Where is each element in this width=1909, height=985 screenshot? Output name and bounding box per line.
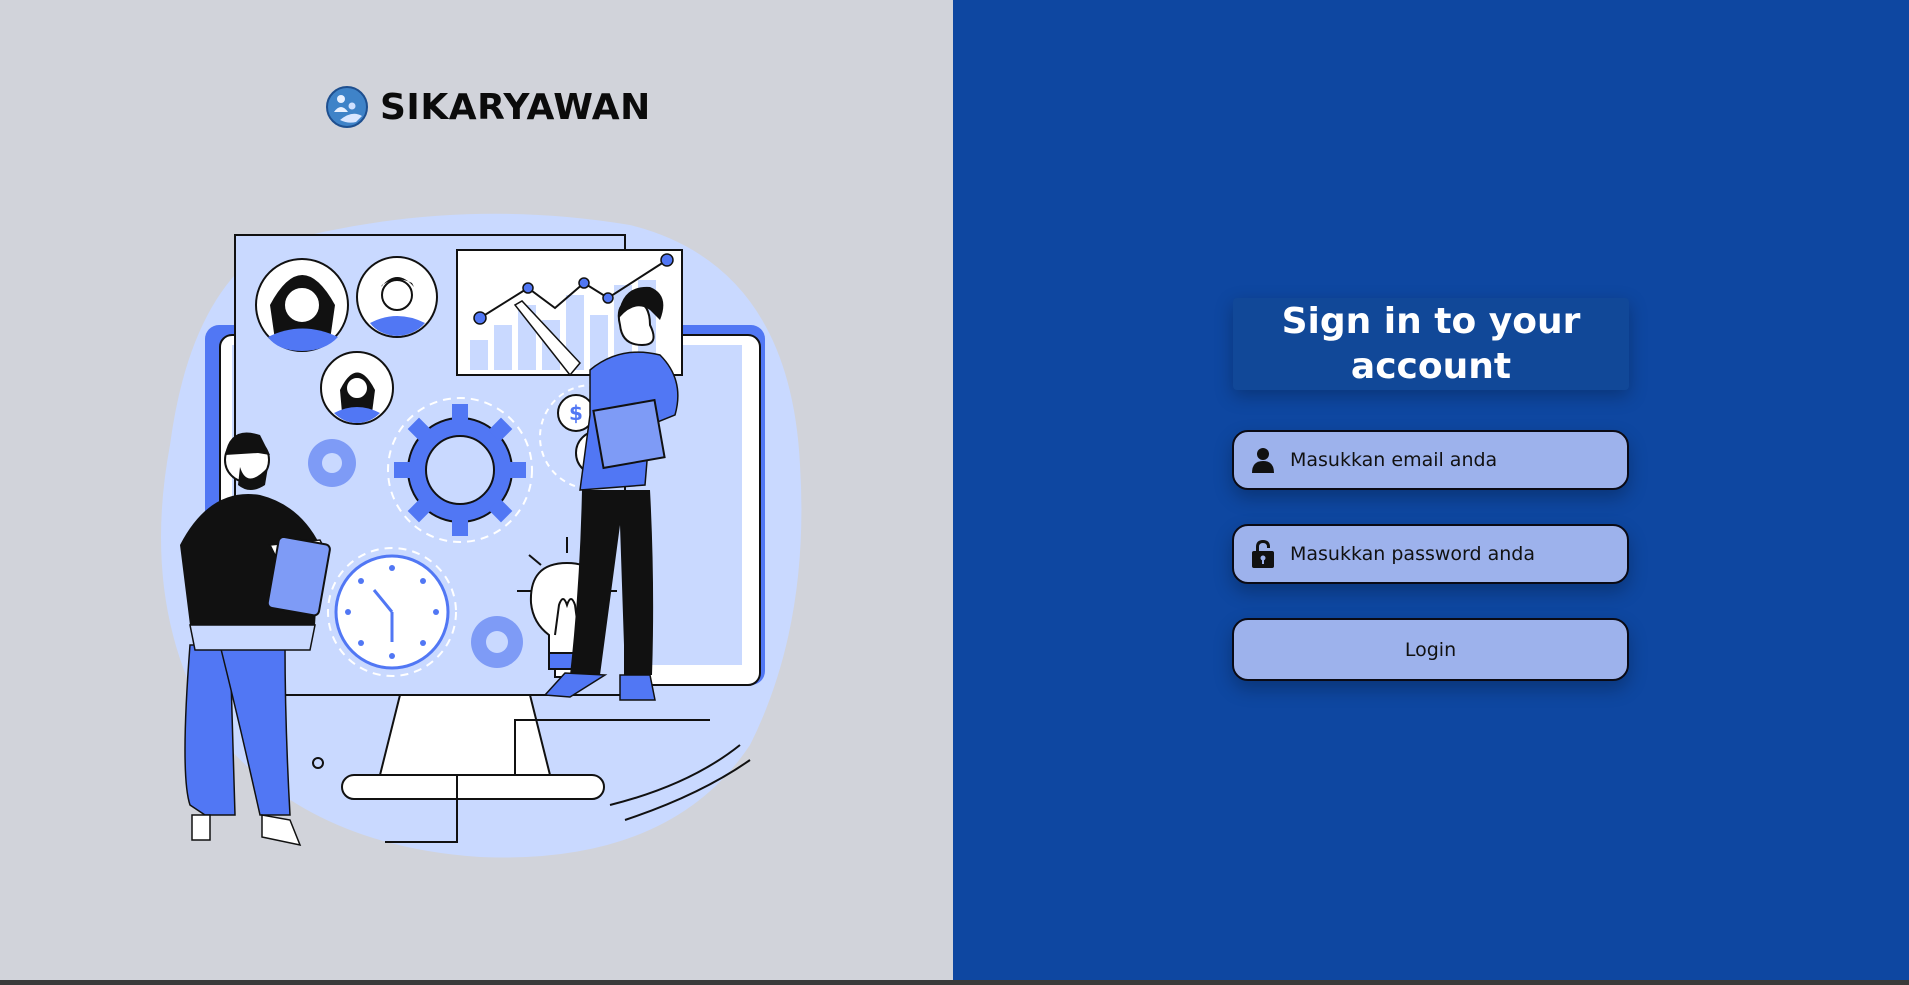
svg-text:$: $	[569, 401, 583, 425]
brand-name: SIKARYAWAN	[380, 86, 651, 128]
login-button[interactable]: Login	[1232, 618, 1629, 681]
email-field[interactable]	[1232, 430, 1629, 490]
right-panel	[953, 0, 1909, 980]
brand-logo-icon	[326, 86, 368, 128]
brand: SIKARYAWAN	[326, 86, 651, 128]
lock-icon	[1250, 539, 1276, 569]
email-input[interactable]	[1290, 432, 1627, 488]
password-field[interactable]	[1232, 524, 1629, 584]
user-icon	[1250, 445, 1276, 475]
password-input[interactable]	[1290, 526, 1627, 582]
team-dashboard-illustration: $ $ $	[161, 213, 802, 858]
login-title-box: Sign in to your account	[1233, 298, 1629, 390]
login-title: Sign in to your account	[1281, 301, 1581, 387]
left-panel: SIKARYAWAN $	[0, 0, 953, 980]
